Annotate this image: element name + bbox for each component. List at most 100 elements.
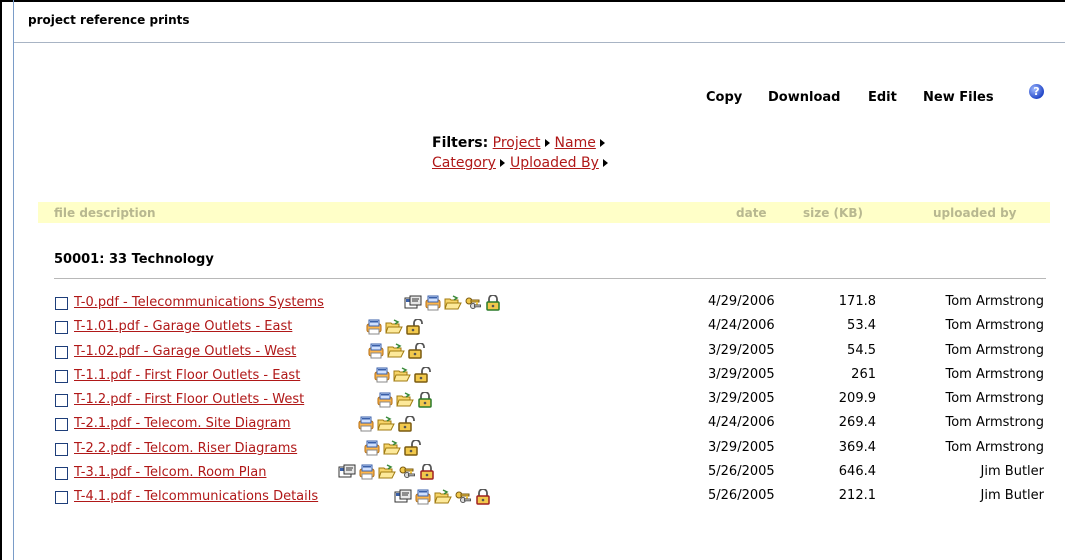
window-frame-top bbox=[0, 0, 1065, 2]
table-row: T-1.01.pdf - Garage Outlets - East 4/24/2… bbox=[0, 315, 1065, 337]
date-cell: 4/29/2006 bbox=[708, 294, 775, 309]
header-size[interactable]: size (KB) bbox=[803, 206, 863, 220]
row-actions bbox=[404, 292, 504, 311]
open-folder-icon[interactable] bbox=[393, 367, 411, 383]
size-cell: 53.4 bbox=[847, 318, 876, 334]
new-files-button[interactable]: New Files bbox=[923, 90, 994, 105]
properties-icon[interactable] bbox=[404, 295, 422, 311]
filters-bar: Filters: Project Name Category Uploaded By bbox=[432, 133, 613, 173]
row-checkbox[interactable] bbox=[55, 394, 68, 407]
filter-uploaded-by-link[interactable]: Uploaded By bbox=[510, 155, 599, 171]
filter-name-link[interactable]: Name bbox=[555, 135, 596, 151]
open-folder-icon[interactable] bbox=[378, 464, 396, 480]
file-link[interactable]: T-1.1.pdf - First Floor Outlets - East bbox=[74, 368, 300, 383]
row-checkbox[interactable] bbox=[55, 297, 68, 310]
size-cell: 269.4 bbox=[838, 415, 876, 431]
filter-category-link[interactable]: Category bbox=[432, 155, 496, 171]
print-icon[interactable] bbox=[367, 343, 385, 359]
size-cell: 261 bbox=[851, 366, 876, 382]
lock-closed-red-icon[interactable] bbox=[474, 488, 492, 505]
row-checkbox[interactable] bbox=[55, 466, 68, 480]
lock-closed-green-icon[interactable] bbox=[416, 391, 434, 408]
help-question-icon[interactable]: ? bbox=[1029, 84, 1044, 99]
keys-icon[interactable] bbox=[398, 464, 416, 480]
uploaded-by-cell: Tom Armstrong bbox=[945, 294, 1044, 309]
panel-title: project reference prints bbox=[28, 13, 190, 27]
table-row: T-3.1.pdf - Telcom. Room Plan 5/26/2005 64… bbox=[0, 461, 1065, 483]
uploaded-by-cell: Tom Armstrong bbox=[945, 366, 1044, 382]
file-link[interactable]: T-2.1.pdf - Telecom. Site Diagram bbox=[74, 416, 291, 431]
file-link[interactable]: T-2.2.pdf - Telcom. Riser Diagrams bbox=[74, 441, 297, 456]
properties-icon[interactable] bbox=[338, 464, 356, 480]
table-row: T-4.1.pdf - Telcommunications Details 5/2… bbox=[0, 485, 1065, 507]
open-folder-icon[interactable] bbox=[387, 343, 405, 359]
open-folder-icon[interactable] bbox=[383, 440, 401, 456]
print-icon[interactable] bbox=[365, 319, 383, 335]
row-actions bbox=[373, 365, 433, 383]
group-divider bbox=[54, 278, 1046, 279]
row-checkbox[interactable] bbox=[55, 369, 68, 383]
print-icon[interactable] bbox=[376, 392, 394, 408]
filter-project-link[interactable]: Project bbox=[493, 135, 541, 151]
table-row: T-2.1.pdf - Telecom. Site Diagram 4/24/20… bbox=[0, 412, 1065, 434]
size-cell: 646.4 bbox=[838, 463, 876, 479]
uploaded-by-cell: Tom Armstrong bbox=[945, 391, 1044, 406]
table-row: T-2.2.pdf - Telcom. Riser Diagrams 3/29/2… bbox=[0, 437, 1065, 459]
row-checkbox[interactable] bbox=[55, 345, 68, 359]
lock-closed-red-icon[interactable] bbox=[418, 464, 436, 480]
header-file-description[interactable]: file description bbox=[54, 206, 156, 220]
file-link[interactable]: T-4.1.pdf - Telcommunications Details bbox=[74, 489, 318, 504]
header-date[interactable]: date bbox=[736, 206, 767, 220]
keys-icon[interactable] bbox=[464, 295, 482, 311]
toolbar: Copy Download Edit New Files bbox=[0, 90, 1065, 110]
print-icon[interactable] bbox=[363, 440, 381, 456]
open-folder-icon[interactable] bbox=[385, 319, 403, 335]
lock-open-icon[interactable] bbox=[413, 367, 431, 383]
row-checkbox[interactable] bbox=[55, 442, 68, 456]
date-cell: 4/24/2006 bbox=[708, 415, 775, 431]
lock-closed-green-icon[interactable] bbox=[484, 294, 502, 311]
copy-button[interactable]: Copy bbox=[706, 90, 742, 105]
lock-open-icon[interactable] bbox=[397, 415, 415, 432]
download-button[interactable]: Download bbox=[768, 90, 840, 105]
file-link[interactable]: T-0.pdf - Telecommunications Systems bbox=[74, 295, 324, 310]
row-checkbox[interactable] bbox=[55, 491, 68, 504]
open-folder-icon[interactable] bbox=[396, 391, 414, 408]
open-folder-icon[interactable] bbox=[434, 488, 452, 505]
lock-open-icon[interactable] bbox=[407, 343, 425, 359]
row-actions bbox=[367, 341, 427, 359]
uploaded-by-cell: Tom Armstrong bbox=[945, 318, 1044, 334]
uploaded-by-cell: Tom Armstrong bbox=[945, 342, 1044, 358]
date-cell: 4/24/2006 bbox=[708, 318, 775, 334]
table-row: T-1.2.pdf - First Floor Outlets - West 3/… bbox=[0, 388, 1065, 410]
keys-icon[interactable] bbox=[454, 489, 472, 505]
file-link[interactable]: T-1.01.pdf - Garage Outlets - East bbox=[74, 319, 292, 334]
date-cell: 3/29/2005 bbox=[708, 366, 775, 382]
size-cell: 171.8 bbox=[838, 294, 876, 309]
print-icon[interactable] bbox=[358, 464, 376, 480]
print-icon[interactable] bbox=[357, 416, 375, 432]
print-icon[interactable] bbox=[373, 367, 391, 383]
row-checkbox[interactable] bbox=[55, 321, 68, 335]
header-uploaded-by[interactable]: uploaded by bbox=[933, 206, 1017, 220]
uploaded-by-cell: Tom Armstrong bbox=[945, 415, 1044, 431]
lock-open-icon[interactable] bbox=[405, 318, 423, 335]
print-icon[interactable] bbox=[414, 489, 432, 505]
title-divider bbox=[14, 42, 1065, 43]
row-checkbox[interactable] bbox=[55, 418, 68, 432]
print-icon[interactable] bbox=[424, 295, 442, 311]
date-cell: 3/29/2005 bbox=[708, 439, 775, 455]
edit-button[interactable]: Edit bbox=[868, 90, 897, 105]
file-link[interactable]: T-1.2.pdf - First Floor Outlets - West bbox=[74, 392, 304, 407]
triangle-right-icon bbox=[599, 138, 605, 147]
file-link[interactable]: T-3.1.pdf - Telcom. Room Plan bbox=[74, 465, 266, 480]
triangle-right-icon bbox=[499, 158, 505, 167]
date-cell: 5/26/2005 bbox=[708, 488, 775, 503]
file-link[interactable]: T-1.02.pdf - Garage Outlets - West bbox=[74, 344, 296, 359]
triangle-right-icon bbox=[544, 138, 550, 147]
open-folder-icon[interactable] bbox=[377, 416, 395, 432]
open-folder-icon[interactable] bbox=[444, 294, 462, 311]
lock-open-icon[interactable] bbox=[403, 440, 421, 456]
properties-icon[interactable] bbox=[394, 489, 412, 505]
size-cell: 369.4 bbox=[838, 439, 876, 455]
